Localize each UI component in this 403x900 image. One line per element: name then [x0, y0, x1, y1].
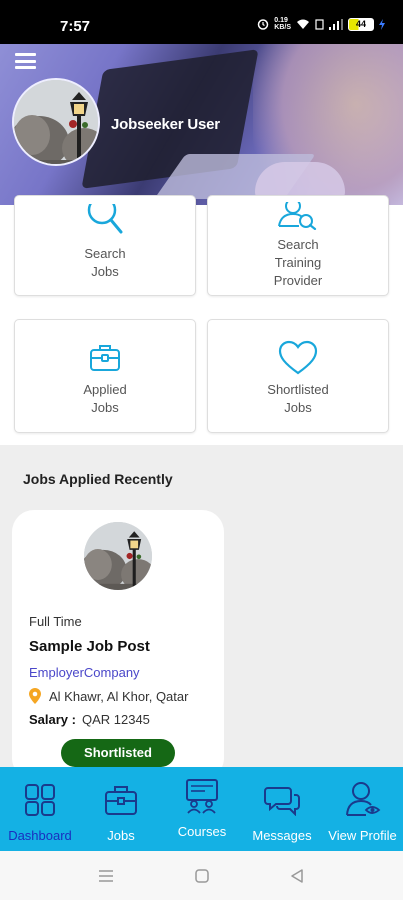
search-user-icon [278, 202, 317, 230]
home-square-icon[interactable] [195, 869, 209, 883]
status-badge: Shortlisted [61, 739, 175, 767]
tile-label-line1: Shortlisted [267, 382, 329, 397]
nav-messages[interactable]: Messages [244, 767, 320, 851]
avatar[interactable] [12, 78, 100, 166]
sim-icon [315, 18, 324, 30]
job-salary: Salary : QAR 12345 [29, 712, 150, 727]
courses-icon [186, 779, 218, 814]
section-title: Jobs Applied Recently [23, 471, 173, 487]
dashboard-tiles: Search Jobs Search Training Provider App… [0, 195, 403, 445]
salary-value: QAR 12345 [81, 712, 150, 727]
briefcase-icon [105, 786, 137, 815]
profile-header: Jobseeker User [0, 44, 403, 205]
location-text: Al Khawr, Al Khor, Qatar [49, 688, 189, 704]
network-speed: 0.19 KB/S [274, 17, 291, 31]
recents-menu-icon[interactable] [98, 869, 114, 883]
nav-courses[interactable]: Courses [162, 767, 242, 851]
nav-dashboard[interactable]: Dashboard [0, 767, 80, 851]
heart-icon [278, 340, 318, 375]
company-photo-lamppost [84, 522, 152, 590]
tile-label-line3: Provider [273, 273, 323, 288]
tile-label-line2: Jobs [91, 400, 119, 415]
company-logo [84, 522, 152, 590]
wifi-icon [297, 19, 309, 29]
company-name[interactable]: EmployerCompany [29, 665, 140, 680]
system-navigation-bar [0, 851, 403, 900]
status-icons: 0.19 KB/S 44 [257, 17, 385, 31]
signal-icon [329, 18, 343, 30]
network-speed-value: 0.19 [274, 17, 288, 24]
search-jobs-tile[interactable]: Search Jobs [14, 195, 196, 296]
job-type: Full Time [29, 614, 82, 629]
charging-icon [379, 18, 385, 30]
nav-label: View Profile [328, 828, 397, 843]
bottom-navigation: Dashboard Jobs Courses Messages View Pro… [0, 767, 403, 851]
nav-jobs[interactable]: Jobs [82, 767, 160, 851]
job-title: Sample Job Post [29, 638, 150, 655]
status-time: 7:57 [60, 18, 91, 35]
applied-jobs-tile[interactable]: Applied Jobs [14, 319, 196, 433]
tile-label-line2: Jobs [284, 400, 312, 415]
nav-label: Jobs [107, 828, 135, 843]
status-bar: 7:57 0.19 KB/S 44 [0, 0, 403, 44]
location-pin-icon [29, 688, 41, 704]
nav-label: Courses [177, 824, 227, 839]
salary-label: Salary : [29, 712, 76, 727]
hamburger-menu-icon[interactable] [15, 53, 36, 69]
recent-applications-section: Jobs Applied Recently Full Time Sample J… [0, 445, 403, 780]
grid-icon [25, 784, 55, 816]
network-speed-unit: KB/S [274, 24, 291, 31]
profile-icon [345, 782, 380, 816]
tile-label-line2: Training [274, 255, 322, 270]
job-location: Al Khawr, Al Khor, Qatar [29, 688, 188, 704]
alarm-icon [258, 19, 269, 30]
chat-icon [264, 787, 300, 816]
nav-label: Dashboard [8, 828, 72, 843]
avatar-photo-lamppost [14, 80, 98, 164]
tile-label-line2: Jobs [91, 264, 119, 279]
back-triangle-icon[interactable] [290, 869, 304, 883]
shortlisted-jobs-tile[interactable]: Shortlisted Jobs [207, 319, 389, 433]
tile-label-line1: Search [277, 237, 319, 252]
search-icon [87, 204, 123, 234]
briefcase-icon [90, 345, 120, 371]
user-name: Jobseeker User [111, 116, 220, 133]
nav-label: Messages [252, 828, 312, 843]
tile-label-line1: Applied [83, 382, 127, 397]
search-training-provider-tile[interactable]: Search Training Provider [207, 195, 389, 296]
nav-view-profile[interactable]: View Profile [322, 767, 403, 851]
job-card[interactable]: Full Time Sample Job Post EmployerCompan… [12, 510, 224, 780]
tile-label-line1: Search [84, 246, 126, 261]
battery-icon: 44 [348, 17, 374, 31]
